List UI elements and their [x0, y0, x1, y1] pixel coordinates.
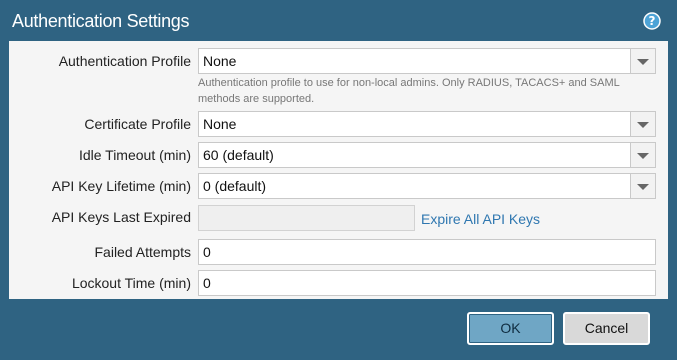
certificate-profile-value: None	[203, 116, 237, 132]
expire-all-api-keys-link[interactable]: Expire All API Keys	[421, 211, 540, 227]
failed-attempts-input[interactable]: 0	[198, 239, 656, 265]
idle-timeout-label: Idle Timeout (min)	[78, 147, 191, 163]
chevron-down-icon[interactable]	[630, 112, 655, 136]
api-key-lifetime-label: API Key Lifetime (min)	[51, 178, 191, 194]
chevron-down-icon[interactable]	[630, 174, 655, 198]
chevron-down-icon[interactable]	[630, 143, 655, 167]
dialog-body: Authentication Profile None Authenticati…	[9, 41, 668, 299]
authentication-profile-select[interactable]: None	[198, 48, 656, 74]
lockout-time-input[interactable]: 0	[198, 270, 656, 296]
authentication-settings-dialog: Authentication Settings ? Authentication…	[0, 0, 677, 360]
api-key-lifetime-select[interactable]: 0 (default)	[198, 173, 656, 199]
chevron-down-icon[interactable]	[630, 49, 655, 73]
api-keys-last-expired-field	[198, 205, 415, 231]
certificate-profile-label: Certificate Profile	[84, 116, 191, 132]
authentication-profile-value: None	[203, 53, 237, 69]
lockout-time-label: Lockout Time (min)	[71, 275, 191, 291]
certificate-profile-select[interactable]: None	[198, 111, 656, 137]
ok-button[interactable]: OK	[467, 312, 554, 345]
authentication-profile-help-text: Authentication profile to use for non-lo…	[198, 77, 620, 105]
idle-timeout-value: 60 (default)	[203, 147, 274, 163]
cancel-button[interactable]: Cancel	[563, 312, 650, 345]
failed-attempts-label: Failed Attempts	[94, 244, 192, 260]
api-key-lifetime-value: 0 (default)	[203, 178, 267, 194]
idle-timeout-select[interactable]: 60 (default)	[198, 142, 656, 168]
authentication-profile-label: Authentication Profile	[58, 53, 191, 69]
api-keys-last-expired-label: API Keys Last Expired	[51, 209, 191, 225]
